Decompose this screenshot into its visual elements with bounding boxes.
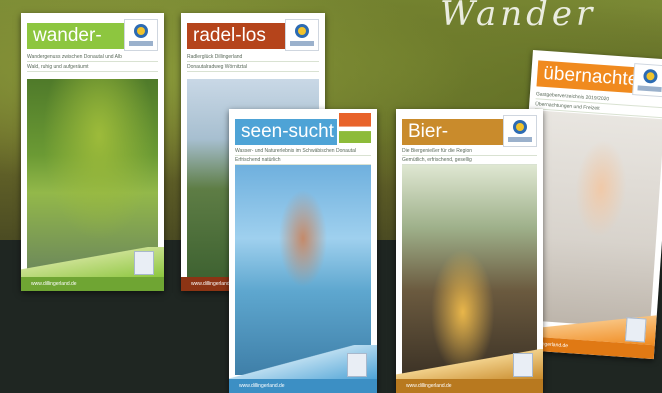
flyer-subtitle: Wasser- und Naturerlebnis im Schwäbische… — [235, 147, 371, 156]
dillingerland-logo-icon — [632, 63, 662, 98]
flyer-subtitle: Radlerglück Dillingerland — [187, 53, 319, 62]
dillingerland-logo-icon — [124, 19, 158, 51]
flyer-wander-bar[interactable]: wander-bar Wandergenuss zwischen Donauta… — [21, 13, 164, 291]
flyer-title: übernachten — [536, 60, 650, 94]
flyer-footer-url: www.dillingerland.de — [229, 379, 377, 393]
script-heading: Wander — [440, 0, 597, 34]
badge-icon — [513, 353, 533, 377]
beer-garden-photo — [402, 165, 537, 375]
badge-icon — [134, 251, 154, 275]
flyer-subtitle: Die Biergenießer für die Region — [402, 147, 537, 156]
hiker-photo — [27, 79, 158, 269]
dillingerland-logo-icon — [285, 19, 319, 51]
flyer-subtitle: Wandergenuss zwischen Donautal und Alb — [27, 53, 158, 62]
badge-icon — [347, 353, 367, 377]
badge-icon — [624, 317, 647, 343]
flyer-subtitle-2: Erfrischend natürlich — [235, 156, 371, 165]
flyer-footer-url: www.dillingerland.de — [21, 277, 164, 291]
flyer-title: seen-sucht — [235, 119, 337, 145]
flyer-subtitle-2: Donautalradweg Wörnitztal — [187, 63, 319, 72]
swimmer-photo — [235, 165, 371, 375]
flyer-seen-sucht[interactable]: seen-sucht Wasser- und Naturerlebnis im … — [229, 109, 377, 393]
dillingerland-logo-icon — [503, 115, 537, 147]
flyer-subtitle-2: Wald, ruhig und aufgeräumt — [27, 63, 158, 72]
flyer-bier-kultour[interactable]: Bier-Kult(o)ur Die Biergenießer für die … — [396, 109, 543, 393]
flyer-title: wander-bar — [27, 23, 126, 72]
flyer-subtitle-2: Gemütlich, erfrischend, gesellig — [402, 156, 537, 165]
donautal-logo-icon — [339, 113, 371, 143]
flyer-title: Bier-Kult(o)ur — [402, 119, 505, 168]
flyer-title: radel-los — [187, 23, 287, 49]
flyer-footer-url: www.dillingerland.de — [396, 379, 543, 393]
